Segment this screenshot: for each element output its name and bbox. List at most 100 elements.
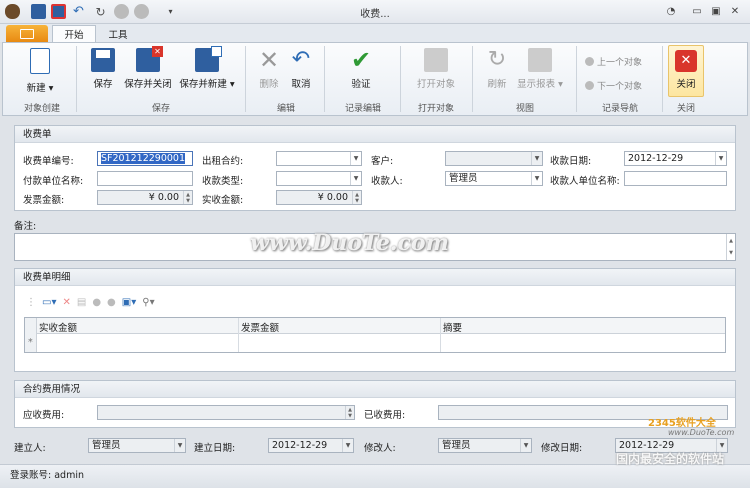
copy-row-icon[interactable]: ▤ [77, 297, 86, 308]
filter-icon[interactable]: ⚲▾ [142, 297, 154, 308]
show-report-button[interactable]: 显示报表 ▾ [514, 48, 566, 90]
modifier-value: 管理员 [442, 440, 471, 451]
payer-label: 付款单位名称: [23, 176, 84, 187]
new-label: 新建 [26, 83, 46, 94]
file-menu-button[interactable] [6, 25, 48, 42]
tab-home[interactable]: 开始 [52, 25, 96, 42]
show-report-label: 显示报表 [517, 79, 556, 90]
created-date-field[interactable]: 2012-12-29 ▼ [268, 438, 354, 453]
save-new-button[interactable]: 保存并新建 ▾ [178, 46, 236, 90]
group-separator [472, 46, 473, 112]
save-button[interactable]: 保存 [88, 48, 118, 90]
actual-amount-field[interactable]: ¥ 0.00 ▲ ▼ [276, 190, 362, 205]
prev-object-button[interactable]: 上一个对象 [585, 55, 642, 68]
grid-col-invoice-amount[interactable]: 发票金额 [241, 320, 279, 334]
remarks-label: 备注: [14, 221, 37, 232]
creator-field[interactable]: 管理员 ▼ [88, 438, 186, 453]
spinner-icon: ▲ ▼ [352, 191, 361, 204]
detail-grid[interactable]: 实收金额 发票金额 摘要 * [24, 317, 726, 353]
payee-select[interactable]: 管理员 ▼ [445, 171, 543, 186]
refresh-button[interactable]: ↻ 刷新 [484, 48, 510, 91]
group-separator [576, 46, 577, 112]
open-object-label: 打开对象 [416, 79, 455, 90]
creator-value: 管理员 [92, 440, 121, 451]
collection-date-value: 2012-12-29 [628, 153, 684, 164]
window-title: 收费... [360, 9, 390, 20]
payee-org-label: 收款人单位名称: [550, 176, 620, 187]
prev-object-label: 上一个对象 [597, 58, 643, 68]
invoice-amount-label: 发票金额: [23, 195, 65, 206]
cancel-button[interactable]: ↶ 取消 [287, 47, 315, 91]
creator-label: 建立人: [14, 443, 46, 454]
add-row-icon[interactable]: ▭▾ [42, 297, 56, 308]
payee-value: 管理员 [449, 173, 478, 184]
receipt-number-field[interactable]: SF201212290001 [97, 151, 193, 166]
save-close-label: 保存并关闭 [124, 79, 172, 90]
corner-url-watermark: www.DuoTe.com [668, 428, 735, 437]
detail-toolbar: ⋮ ▭▾ ✕ ▤ ● ● ▣▾ ⚲▾ [26, 293, 226, 311]
group-separator [324, 46, 325, 112]
new-button[interactable]: 新建 ▾ [20, 48, 60, 94]
group-label-save: 保存 [151, 104, 170, 114]
spinner-icon: ▲ ▼ [345, 406, 354, 419]
refresh-label: 刷新 [487, 79, 507, 90]
created-date-label: 建立日期: [194, 443, 236, 454]
grid-divider [440, 318, 441, 352]
next-object-label: 下一个对象 [597, 82, 643, 92]
group-label-view: 视图 [515, 104, 534, 114]
payer-field[interactable] [97, 171, 193, 186]
next-row-icon[interactable]: ● [107, 297, 116, 308]
group-label-record-edit: 记录编辑 [344, 104, 381, 114]
delete-x-icon: ✕ [258, 46, 280, 74]
close-label: 关闭 [676, 79, 696, 90]
actual-amount-value: ¥ 0.00 [317, 192, 348, 203]
chevron-down-icon: ▼ [350, 152, 361, 165]
save-icon [91, 48, 115, 72]
receivable-label: 应收费用: [23, 410, 65, 421]
center-watermark: www.DuoTe.com [250, 230, 449, 256]
group-separator [76, 46, 77, 112]
login-account-text: 登录账号: admin [10, 470, 84, 481]
group-separator [400, 46, 401, 112]
close-button[interactable]: ✕ 关闭 [668, 45, 704, 97]
prev-row-icon[interactable]: ● [92, 297, 101, 308]
contract-select[interactable]: ▼ [276, 151, 362, 166]
grid-header-row [25, 318, 725, 334]
modifier-field[interactable]: 管理员 ▼ [438, 438, 532, 453]
report-icon [528, 48, 552, 72]
corner-brand-watermark: 2345软件大全 [648, 418, 716, 429]
close-window-button[interactable]: ✕ [724, 4, 746, 18]
receivable-field[interactable]: ▲ ▼ [97, 405, 355, 420]
open-object-button[interactable]: 打开对象 [414, 48, 458, 90]
delete-label: 删除 [259, 79, 279, 90]
save-rows-icon[interactable]: ▣▾ [122, 297, 136, 308]
save-new-icon [195, 46, 222, 72]
corner-slogan-watermark: 国内最安全的软件站 [616, 452, 725, 466]
collection-type-select[interactable]: ▼ [276, 171, 362, 186]
save-close-icon: ✕ [136, 46, 163, 72]
modifier-label: 修改人: [364, 443, 396, 454]
undo-arrow-icon: ↶ [291, 47, 311, 72]
new-document-icon [30, 48, 50, 74]
delete-button[interactable]: ✕ 删除 [255, 48, 283, 90]
new-row-marker: * [28, 337, 33, 348]
modified-date-label: 修改日期: [541, 443, 583, 454]
collection-date-picker[interactable]: 2012-12-29 ▼ [624, 151, 727, 166]
help-icon[interactable]: ◔ [660, 4, 682, 18]
save-close-button[interactable]: ✕ 保存并关闭 [122, 46, 174, 90]
grid-col-summary[interactable]: 摘要 [443, 320, 462, 334]
customer-select[interactable]: ▼ [445, 151, 543, 166]
next-object-button[interactable]: 下一个对象 [585, 79, 642, 92]
payee-org-field[interactable] [624, 171, 727, 186]
group-label-edit: 编辑 [276, 104, 295, 114]
validate-button[interactable]: ✔ 验证 [343, 48, 379, 90]
close-red-icon: ✕ [675, 50, 697, 72]
group-label-close: 关闭 [676, 104, 695, 114]
grid-col-actual-amount[interactable]: 实收金额 [39, 320, 77, 334]
created-date-value: 2012-12-29 [272, 440, 328, 451]
delete-row-icon[interactable]: ✕ [62, 297, 70, 308]
invoice-amount-field[interactable]: ¥ 0.00 ▲ ▼ [97, 190, 193, 205]
group-label-record-nav: 记录导航 [601, 104, 638, 114]
receipt-header: 收费单 [15, 126, 735, 143]
tab-tools[interactable]: 工具 [100, 25, 136, 42]
